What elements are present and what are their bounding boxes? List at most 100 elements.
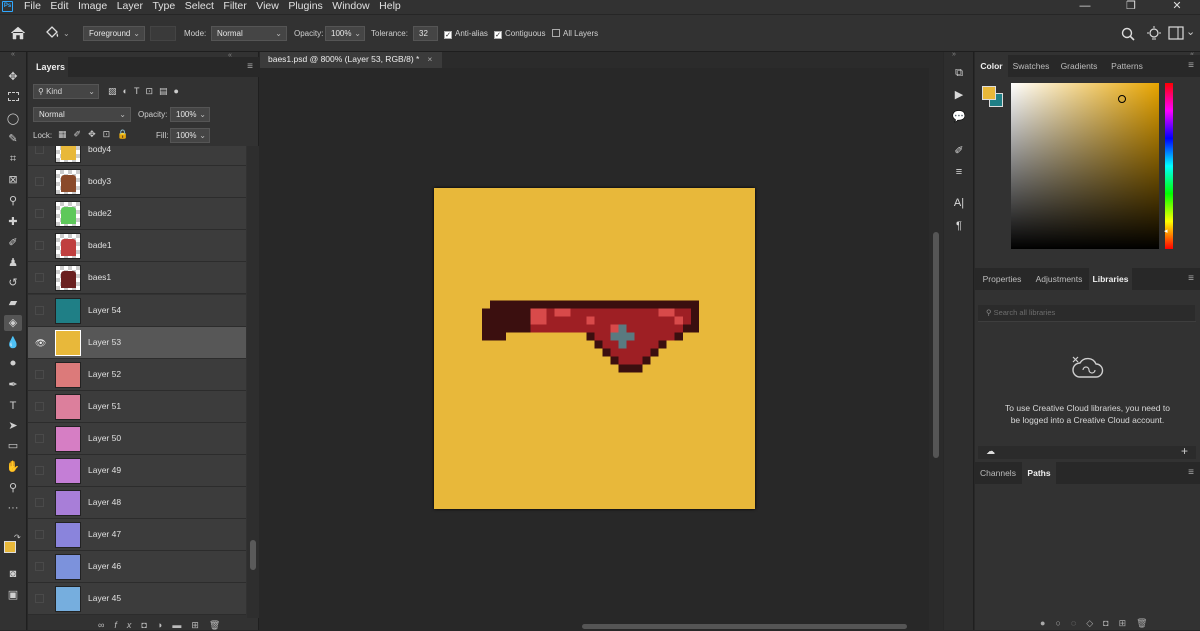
contiguous-checkbox[interactable]: ✓ Contiguous xyxy=(494,27,545,41)
filter-image-icon[interactable]: ▨ xyxy=(108,86,123,96)
visibility-toggle[interactable] xyxy=(35,241,44,251)
document-vertical-scroll-thumb[interactable] xyxy=(933,232,939,458)
menu-edit[interactable]: Edit xyxy=(50,0,68,14)
crop-tool-icon[interactable]: ⌗ xyxy=(4,151,22,167)
antialias-checkbox[interactable]: ✓ Anti-alias xyxy=(444,27,488,41)
lightbulb-icon[interactable] xyxy=(1146,26,1162,42)
layer-row[interactable]: 👁 Layer 53 xyxy=(28,326,246,359)
filter-shape-icon[interactable]: ⊡ xyxy=(145,86,159,96)
blend-mode-select[interactable]: Normal ⌄ xyxy=(33,107,131,122)
tab-swatches[interactable]: Swatches xyxy=(1009,55,1053,77)
visibility-toggle[interactable] xyxy=(35,146,44,154)
panel-menu-icon[interactable]: ≡ xyxy=(1188,273,1194,284)
link-layers-icon[interactable]: ∞ xyxy=(98,620,114,630)
quick-mask-icon[interactable]: ◙ xyxy=(4,566,22,582)
hand-tool-icon[interactable]: ✋ xyxy=(4,459,22,475)
delete-path-icon[interactable]: 🗑 xyxy=(1136,618,1157,628)
lock-all-icon[interactable]: 🔒 xyxy=(117,129,135,139)
layers-scroll-thumb[interactable] xyxy=(250,540,256,570)
document-horizontal-scroll-thumb[interactable] xyxy=(582,624,907,629)
dodge-tool-icon[interactable]: ⚫ xyxy=(4,356,22,372)
menu-plugins[interactable]: Plugins xyxy=(288,0,322,14)
new-layer-icon[interactable]: ⊞ xyxy=(191,620,209,630)
layer-row[interactable]: Layer 51 xyxy=(28,390,246,423)
visibility-toggle[interactable] xyxy=(35,433,44,443)
add-mask-icon[interactable]: ◘ xyxy=(141,620,156,630)
path-selection-tool-icon[interactable]: ➤ xyxy=(4,418,22,434)
layer-row[interactable]: body4 xyxy=(28,146,246,166)
menu-image[interactable]: Image xyxy=(78,0,107,14)
layer-row[interactable]: Layer 48 xyxy=(28,487,246,520)
visibility-toggle[interactable] xyxy=(35,305,44,315)
tab-patterns[interactable]: Patterns xyxy=(1105,55,1149,77)
all-layers-checkbox[interactable]: All Layers xyxy=(552,27,598,41)
tab-libraries[interactable]: Libraries xyxy=(1089,268,1132,290)
rectangle-tool-icon[interactable]: ▭ xyxy=(4,438,22,454)
filter-icons[interactable]: ▨◐T⊡▤● xyxy=(108,86,185,97)
eraser-tool-icon[interactable]: ▰ xyxy=(4,295,22,311)
cloud-sync-icon[interactable]: ☁ xyxy=(986,446,995,457)
pattern-picker[interactable] xyxy=(150,26,176,41)
history-icon[interactable]: ⧉ xyxy=(951,66,967,80)
color-picker-cursor[interactable] xyxy=(1118,95,1126,103)
menu-layer[interactable]: Layer xyxy=(117,0,143,14)
filter-toggle-icon[interactable]: ● xyxy=(174,86,185,96)
fill-source-select[interactable]: Foreground ⌄ xyxy=(83,26,145,41)
menu-view[interactable]: View xyxy=(256,0,279,14)
layer-row[interactable]: bade2 xyxy=(28,198,246,231)
panel-menu-icon[interactable]: ≡ xyxy=(247,61,253,72)
visibility-toggle[interactable] xyxy=(35,401,44,411)
stroke-path-icon[interactable]: ○ xyxy=(1055,618,1070,628)
layer-row[interactable]: baes1 xyxy=(28,262,246,295)
opacity-input[interactable]: 100% ⌄ xyxy=(325,26,365,41)
visibility-toggle[interactable] xyxy=(35,273,44,283)
menu-help[interactable]: Help xyxy=(379,0,401,14)
lock-pixels-icon[interactable]: ✐ xyxy=(74,129,89,139)
move-tool-icon[interactable]: ✥ xyxy=(4,69,22,85)
layer-row[interactable]: Layer 47 xyxy=(28,519,246,552)
close-tab-icon[interactable]: × xyxy=(427,54,432,64)
comments-icon[interactable]: 💬 xyxy=(951,110,967,124)
paint-bucket-tool-icon[interactable]: ◈ xyxy=(4,315,22,331)
search-icon[interactable] xyxy=(1121,27,1135,41)
tab-properties[interactable]: Properties xyxy=(975,268,1029,290)
new-path-icon[interactable]: ⊞ xyxy=(1119,618,1137,628)
lock-artboard-icon[interactable]: ⊡ xyxy=(103,129,118,139)
marquee-tool-icon[interactable] xyxy=(4,90,22,106)
menu-file[interactable]: File xyxy=(24,0,41,14)
menu-window[interactable]: Window xyxy=(332,0,369,14)
mode-select[interactable]: Normal ⌄ xyxy=(211,26,287,41)
filter-type-icon[interactable]: T xyxy=(134,86,146,96)
tab-color[interactable]: Color xyxy=(975,55,1008,77)
fx-icon[interactable]: fx xyxy=(114,620,141,630)
menu-select[interactable]: Select xyxy=(185,0,214,14)
blur-tool-icon[interactable]: 💧 xyxy=(4,335,22,351)
pen-tool-icon[interactable]: ✒ xyxy=(4,377,22,393)
expand-icon[interactable]: » xyxy=(952,51,956,58)
visibility-toggle[interactable] xyxy=(35,466,44,475)
hue-slider-handle[interactable]: ◂ xyxy=(1164,227,1168,235)
layer-row[interactable]: bade1 xyxy=(28,230,246,263)
tab-adjustments[interactable]: Adjustments xyxy=(1030,268,1088,290)
eye-icon[interactable]: 👁 xyxy=(35,338,46,348)
close-button[interactable]: ✕ xyxy=(1154,0,1200,14)
layer-row[interactable]: Layer 52 xyxy=(28,358,246,391)
character-icon[interactable]: A| xyxy=(951,196,967,210)
filter-adjustment-icon[interactable]: ◐ xyxy=(123,86,134,96)
swap-colors-icon[interactable]: ↷ xyxy=(14,533,21,542)
add-mask-icon[interactable]: ◘ xyxy=(1103,618,1118,628)
clone-stamp-tool-icon[interactable]: ♟ xyxy=(4,255,22,271)
home-icon[interactable] xyxy=(10,26,26,40)
zoom-tool-icon[interactable]: ⚲ xyxy=(4,480,22,496)
layer-row[interactable]: body3 xyxy=(28,166,246,199)
layer-row[interactable]: Layer 49 xyxy=(28,455,246,487)
screen-mode-icon[interactable]: ▣ xyxy=(4,587,22,603)
new-group-icon[interactable]: ▬ xyxy=(172,620,191,630)
visibility-toggle[interactable] xyxy=(35,530,44,540)
add-library-icon[interactable]: + xyxy=(1181,444,1188,458)
foreground-color-swatch[interactable] xyxy=(4,541,16,553)
brush-tool-icon[interactable]: ✐ xyxy=(4,235,22,251)
fill-path-icon[interactable]: ● xyxy=(1040,618,1055,628)
lasso-tool-icon[interactable]: ◯ xyxy=(4,111,22,127)
history-brush-tool-icon[interactable]: ↺ xyxy=(4,275,22,291)
